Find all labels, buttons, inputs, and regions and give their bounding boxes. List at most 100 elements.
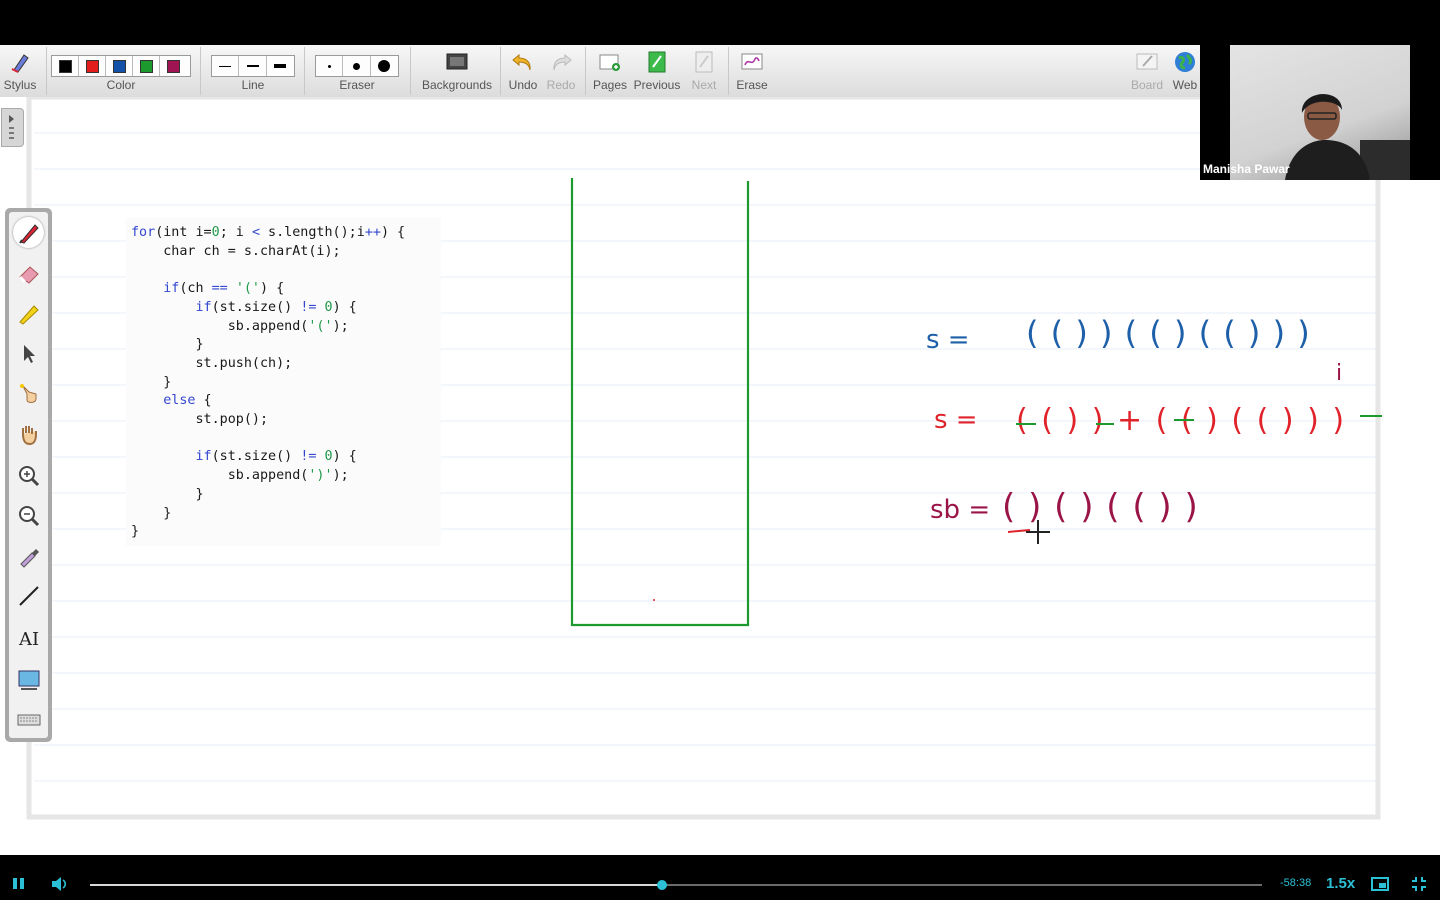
color-swatch-1[interactable] — [52, 56, 79, 76]
web-button[interactable]: Web — [1170, 45, 1200, 97]
erase-all-button[interactable]: Erase — [733, 45, 771, 97]
text-tool[interactable]: AI — [13, 622, 44, 653]
select-tool[interactable] — [13, 338, 44, 369]
zoom-out-icon — [18, 505, 39, 526]
eraser-small-option[interactable] — [316, 56, 344, 76]
zoom-out-tool[interactable] — [13, 500, 44, 531]
highlighter-tool[interactable] — [13, 298, 44, 329]
line-medium-option[interactable] — [239, 56, 267, 76]
code-line: } — [131, 505, 172, 521]
code-line: st.push(ch); — [131, 355, 293, 371]
highlighter-icon — [18, 304, 39, 325]
code-line: else { — [163, 393, 212, 409]
code-snippet: for(int i=0; i < s.length();i++) { char … — [126, 218, 441, 546]
keyboard-icon — [17, 714, 40, 725]
picture-in-picture-icon[interactable] — [1371, 877, 1389, 891]
expand-arrow-icon — [9, 115, 14, 139]
zoom-in-icon — [18, 465, 39, 486]
previous-page-button[interactable]: Previous — [633, 45, 681, 97]
volume-icon[interactable] — [51, 876, 69, 892]
screen-capture-icon — [18, 670, 39, 690]
line-thick-option[interactable] — [267, 56, 294, 76]
sidebar-toggle[interactable] — [1, 108, 24, 147]
eraser-medium-option[interactable] — [343, 56, 371, 76]
exit-fullscreen-icon[interactable] — [1412, 877, 1426, 891]
zoom-in-tool[interactable] — [13, 460, 44, 491]
eraser-group: Eraser — [315, 45, 399, 97]
pen-tool[interactable] — [13, 217, 44, 248]
stylus-button[interactable]: Stylus — [0, 45, 40, 97]
pages-button[interactable]: Pages — [590, 45, 630, 97]
code-line: } — [131, 486, 204, 502]
color-swatch-3[interactable] — [106, 56, 133, 76]
redo-icon — [553, 53, 572, 71]
redo-button[interactable]: Redo — [543, 45, 579, 97]
code-line: sb.append('('); — [131, 318, 349, 334]
board-button[interactable]: Board — [1128, 45, 1166, 97]
code-line: if(st.size() != 0) { — [195, 449, 357, 465]
video-player-controls: -58:38 1.5x — [0, 855, 1440, 900]
highlighter-eraser-tool[interactable] — [13, 258, 44, 289]
seek-handle[interactable] — [656, 880, 667, 890]
pen-icon — [18, 223, 39, 244]
svg-text:AI: AI — [18, 629, 39, 650]
code-line: if(st.size() != 0) { — [195, 299, 357, 315]
code-line: for(int i=0; i < s.length();i++) { — [131, 225, 406, 240]
line-tool[interactable] — [13, 580, 44, 611]
pan-tool[interactable] — [13, 418, 44, 449]
color-swatch-2[interactable] — [79, 56, 106, 76]
webcam-tile[interactable]: Manisha Pawar — [1200, 45, 1440, 180]
line-thin-option[interactable] — [212, 56, 240, 76]
code-line: } — [131, 337, 204, 353]
time-remaining: -58:38 — [1280, 877, 1312, 889]
eraser-tool-icon — [18, 265, 39, 284]
undo-icon — [512, 53, 531, 71]
whiteboard-toolbar: Stylus Color Line Eraser Backgrounds Und… — [0, 45, 1200, 98]
color-swatch-square — [139, 59, 153, 73]
keyboard-tool[interactable] — [13, 704, 44, 735]
laser-pointer-tool[interactable] — [13, 378, 44, 409]
eraser-size-options — [315, 55, 399, 77]
line-width-options — [211, 55, 295, 77]
color-swatch-square — [85, 59, 99, 73]
code-line: sb.append(')'); — [131, 468, 349, 484]
next-page-button[interactable]: Next — [685, 45, 723, 97]
color-palette — [51, 55, 191, 77]
color-picker-tool[interactable] — [13, 540, 44, 571]
hand-icon — [21, 425, 37, 445]
erase-all-icon — [741, 53, 763, 70]
seek-bar-played — [90, 884, 662, 886]
previous-page-icon — [648, 51, 666, 73]
participant-name: Manisha Pawar — [1203, 162, 1290, 176]
color-swatch-5[interactable] — [160, 56, 187, 76]
code-line: } — [131, 374, 172, 390]
pointing-hand-icon — [19, 383, 36, 403]
code-line: st.pop(); — [131, 412, 269, 428]
backgrounds-icon — [446, 53, 468, 70]
next-page-icon — [695, 51, 713, 73]
top-letterbox — [0, 0, 1440, 45]
color-swatch-4[interactable] — [133, 56, 160, 76]
eyedropper-icon — [19, 548, 39, 568]
pages-icon — [599, 54, 620, 71]
presenter-silhouette — [1285, 94, 1410, 180]
screenshot-tool[interactable] — [13, 664, 44, 695]
tool-palette: AI — [5, 208, 52, 742]
arrow-cursor-icon — [23, 344, 35, 363]
undo-button[interactable]: Undo — [505, 45, 541, 97]
text-icon: AI — [18, 629, 39, 650]
color-swatch-square — [167, 59, 180, 73]
board-icon — [1136, 53, 1158, 70]
playback-speed-button[interactable]: 1.5x — [1326, 875, 1355, 892]
eraser-large-option[interactable] — [371, 56, 398, 76]
stylus-icon — [11, 54, 29, 73]
line-group: Line — [211, 45, 295, 97]
web-globe-icon — [1175, 52, 1195, 72]
seek-bar[interactable] — [90, 880, 1262, 890]
pause-icon[interactable] — [12, 877, 26, 891]
backgrounds-button[interactable]: Backgrounds — [420, 45, 494, 97]
color-swatch-square — [112, 59, 126, 73]
code-line: } — [131, 524, 140, 540]
